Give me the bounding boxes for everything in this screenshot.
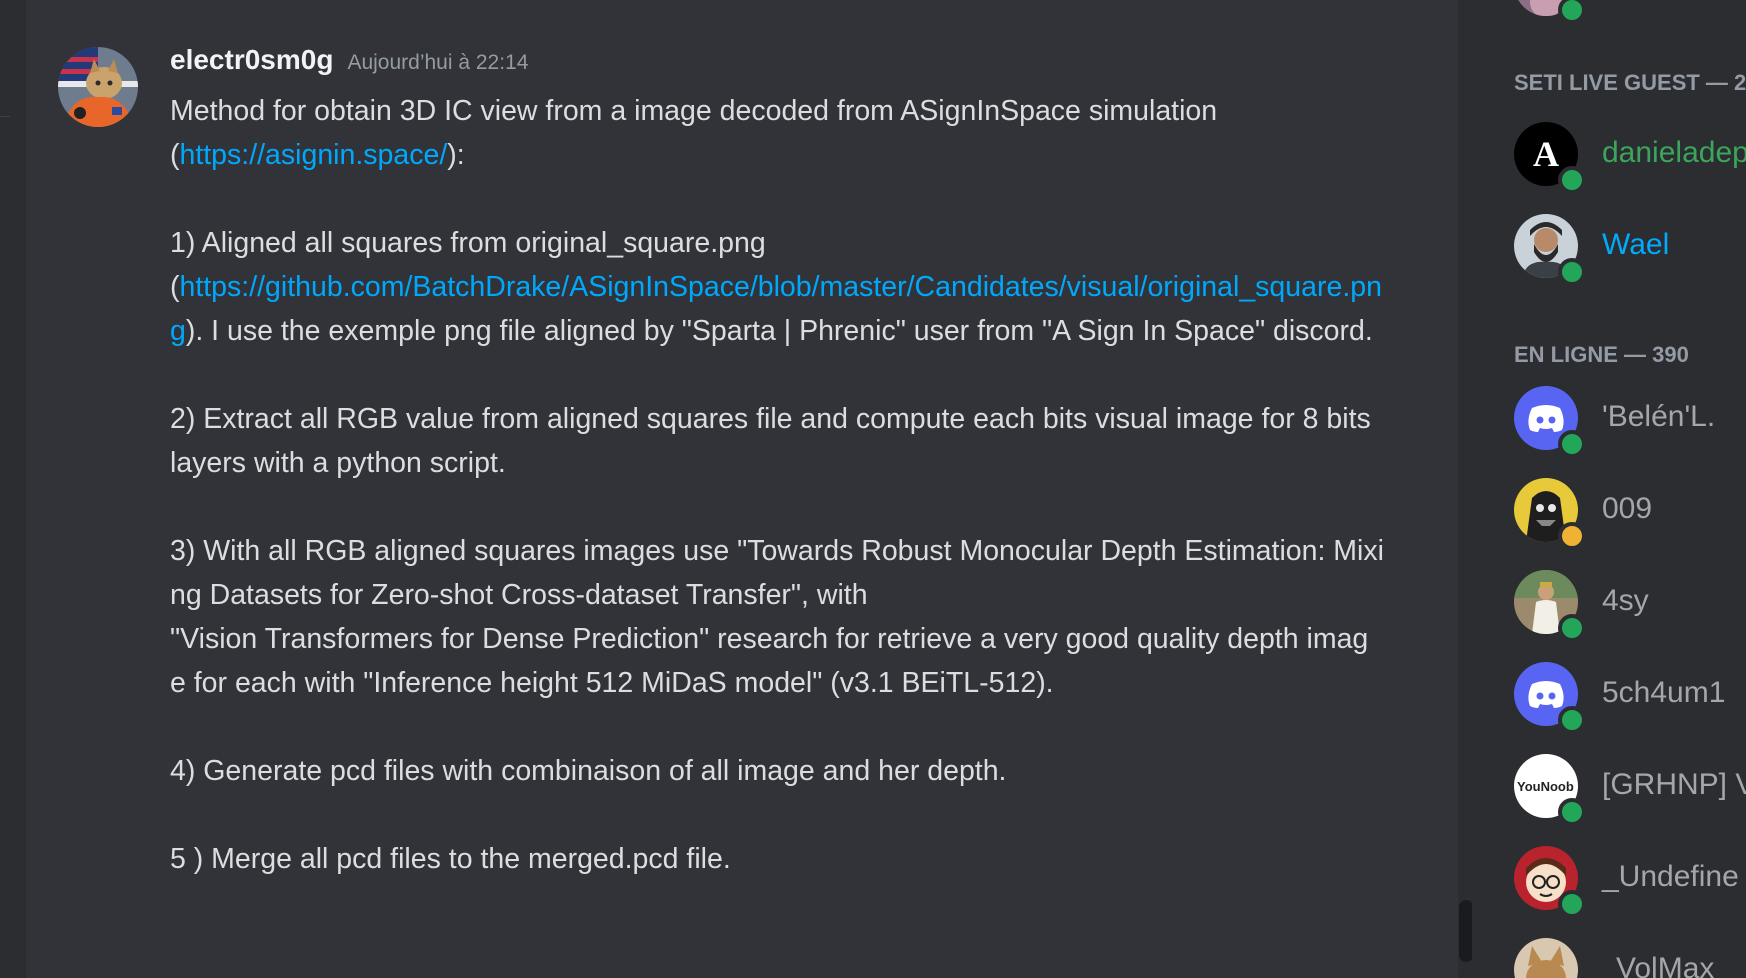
section-en-ligne: EN LIGNE — 390 — [1514, 342, 1689, 367]
avatar-text: YouNoob — [1517, 779, 1574, 794]
member-name: Wael — [1602, 228, 1670, 261]
member-item-wael[interactable]: Wael — [1514, 214, 1746, 286]
scrollbar-thumb[interactable] — [1459, 900, 1473, 962]
timestamp: Aujourd’hui à 22:14 — [347, 51, 529, 74]
username[interactable]: electr0sm0g — [170, 44, 333, 75]
member-name: VolMax — [1616, 952, 1715, 978]
online-status-icon — [1558, 614, 1586, 642]
divider-tick — [0, 116, 10, 117]
online-status-icon — [1558, 890, 1586, 918]
message-header: electr0sm0g Aujourd’hui à 22:14 — [170, 44, 528, 76]
member-list: SETI LIVE GUEST — 2 A danieladep Wael EN… — [1478, 0, 1746, 978]
chat-area: electr0sm0g Aujourd’hui à 22:14 Method fo… — [26, 0, 1458, 978]
online-status-icon — [1558, 0, 1586, 24]
steps-text: ). I use the exemple png file aligned by… — [170, 315, 1384, 875]
svg-text:A: A — [1533, 134, 1559, 174]
member-name: _Undefine — [1602, 860, 1739, 893]
online-status-icon — [1558, 706, 1586, 734]
section-seti-live-guest: SETI LIVE GUEST — 2 — [1514, 70, 1746, 95]
member-name: 5ch4um1 — [1602, 676, 1726, 709]
member-item-4sy[interactable]: 4sy — [1514, 570, 1746, 642]
member-name: danieladep — [1602, 136, 1746, 169]
online-status-icon — [1558, 258, 1586, 286]
member-item-undefine[interactable]: _Undefine — [1514, 846, 1746, 918]
member-item-5ch4um1[interactable]: 5ch4um1 — [1514, 662, 1746, 734]
asignin-link[interactable]: https://asignin.space/ — [180, 139, 448, 171]
member-name: 'Belén'L. — [1602, 400, 1716, 433]
member-name: 009 — [1602, 492, 1653, 525]
message-content: Method for obtain 3D IC view from a imag… — [170, 89, 1384, 881]
online-status-icon — [1558, 798, 1586, 826]
member-item-grhnp[interactable]: YouNoob [GRHNP] V — [1514, 754, 1746, 826]
member-item-volmax[interactable]: VolMax — [1514, 938, 1746, 978]
cat-astronaut-avatar[interactable] — [58, 47, 138, 127]
member-item-danieladep[interactable]: A danieladep — [1514, 122, 1746, 194]
member-name: 4sy — [1602, 584, 1649, 617]
member-item-009[interactable]: 009 — [1514, 478, 1746, 550]
online-status-icon — [1558, 430, 1586, 458]
member-item-partial[interactable] — [1514, 0, 1746, 24]
idle-status-icon — [1558, 522, 1586, 550]
member-name: [GRHNP] V — [1602, 768, 1746, 801]
cat-avatar — [1514, 938, 1578, 978]
member-item-belen[interactable]: 'Belén'L. — [1514, 386, 1746, 458]
server-sidebar-edge — [0, 0, 26, 978]
online-status-icon — [1558, 166, 1586, 194]
